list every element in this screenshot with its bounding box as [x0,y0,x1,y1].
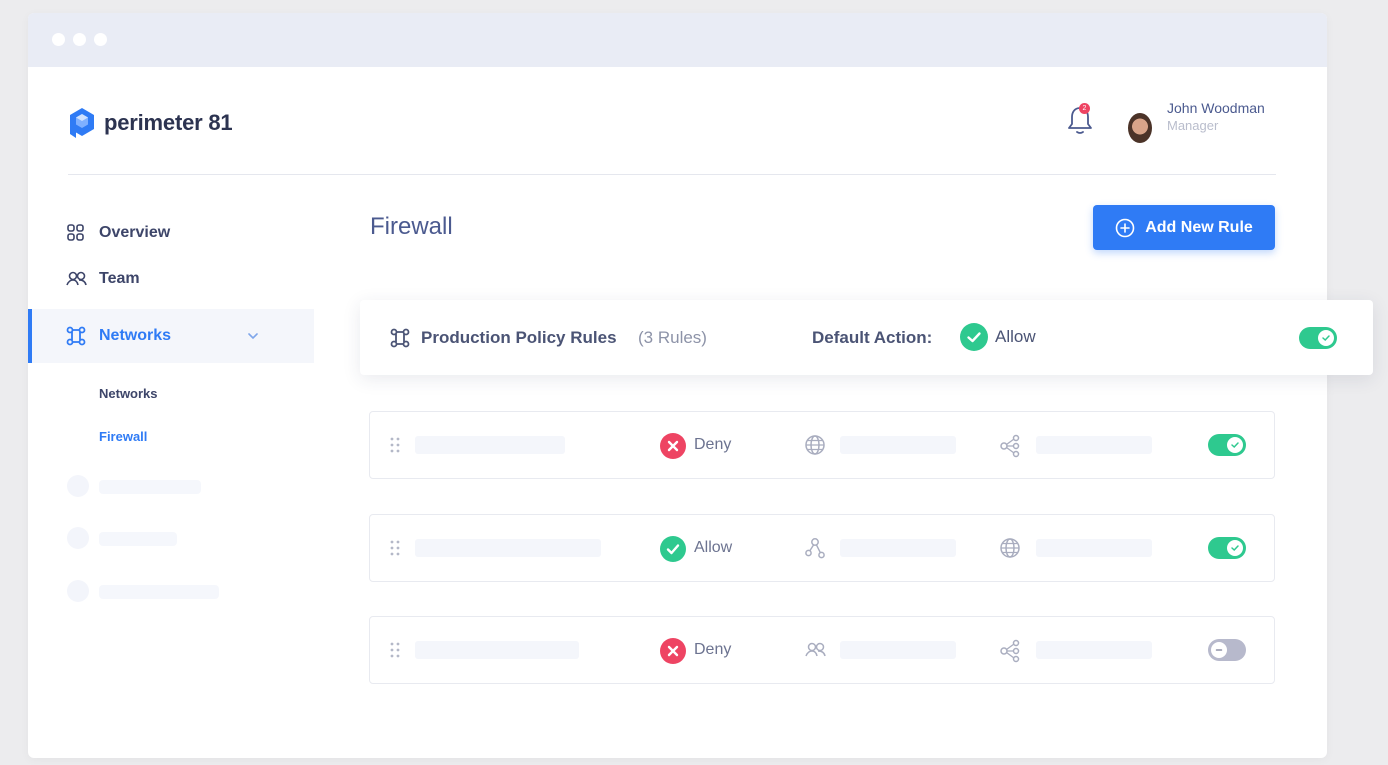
deny-x-icon [660,433,686,459]
destination-placeholder [1036,539,1152,557]
sidebar-subitem-firewall[interactable]: Firewall [99,429,147,444]
default-action-label: Default Action: [812,328,933,347]
check-icon [1322,335,1330,342]
notifications-button[interactable]: 2 [1065,103,1095,137]
logo[interactable]: perimeter 81 [68,107,233,139]
check-icon [1231,545,1239,552]
team-icon [805,642,826,657]
rule-row[interactable]: Deny [369,411,1275,479]
source-placeholder [840,436,956,454]
app-window: perimeter 81 2 John Woodman Manager Over… [28,13,1373,758]
policy-card: Production Policy Rules (3 Rules) Defaul… [360,300,1373,375]
window-dot-close[interactable] [52,33,65,46]
nodes-icon [1000,639,1020,663]
toggle-knob [1211,642,1227,658]
sidebar-item-label: Team [99,270,140,287]
placeholder-nav-item [99,585,219,599]
rule-row[interactable]: Deny [369,616,1275,684]
network-share-icon [805,538,825,559]
placeholder-icon [67,475,89,497]
rule-toggle[interactable] [1208,639,1246,661]
team-icon [66,271,87,286]
policy-title: Production Policy Rules [421,328,617,347]
minus-icon [1215,649,1223,651]
check-icon [1231,442,1239,449]
logo-icon [70,108,94,138]
rule-toggle[interactable] [1208,434,1246,456]
plus-circle-icon [1115,218,1135,237]
destination-placeholder [1036,641,1152,659]
sidebar-item-label: Overview [99,224,171,241]
sidebar-item-team[interactable]: Team [28,252,314,306]
user-role: Manager [1167,118,1219,133]
drag-handle-icon[interactable] [390,437,400,453]
header-divider [68,174,1276,175]
allow-check-icon [960,323,988,351]
window-dot-minimize[interactable] [73,33,86,46]
rule-name-placeholder [415,539,601,557]
network-icon [390,328,410,348]
rule-action: Allow [694,539,733,556]
drag-handle-icon[interactable] [390,642,400,658]
rule-name-placeholder [415,436,565,454]
sidebar-item-networks[interactable]: Networks [28,309,314,363]
globe-icon [1000,538,1020,558]
user-name[interactable]: John Woodman [1167,100,1265,116]
placeholder-icon [67,527,89,549]
active-indicator [28,309,32,363]
drag-handle-icon[interactable] [390,540,400,556]
add-new-rule-label: Add New Rule [1145,218,1253,236]
placeholder-icon [67,580,89,602]
destination-placeholder [1036,436,1152,454]
toggle-knob [1227,437,1243,453]
title-bar [28,13,1327,67]
nodes-icon [1000,434,1020,458]
rule-action: Deny [694,641,732,658]
rule-name-placeholder [415,641,579,659]
policy-toggle[interactable] [1299,327,1337,349]
placeholder-nav-item [99,480,201,494]
window-dot-maximize[interactable] [94,33,107,46]
toggle-knob [1227,540,1243,556]
grid-icon [67,224,84,241]
globe-icon [805,435,825,455]
source-placeholder [840,641,956,659]
source-placeholder [840,539,956,557]
network-icon [66,326,86,346]
brand-name: perimeter 81 [104,110,233,135]
policy-rule-count: (3 Rules) [638,328,707,347]
allow-check-icon [660,536,686,562]
deny-x-icon [660,638,686,664]
chevron-down-icon[interactable] [246,331,260,341]
add-new-rule-button[interactable]: Add New Rule [1093,205,1275,250]
page-title: Firewall [370,213,453,240]
sidebar-item-label: Networks [99,327,172,344]
rule-row[interactable]: Allow [369,514,1275,582]
rule-toggle[interactable] [1208,537,1246,559]
rule-action: Deny [694,436,732,453]
avatar[interactable] [1128,113,1152,143]
placeholder-nav-item [99,532,177,546]
notification-badge: 2 [1079,103,1090,114]
toggle-knob [1318,330,1334,346]
sidebar-subitem-networks[interactable]: Networks [99,386,158,401]
default-action-value: Allow [995,327,1036,346]
